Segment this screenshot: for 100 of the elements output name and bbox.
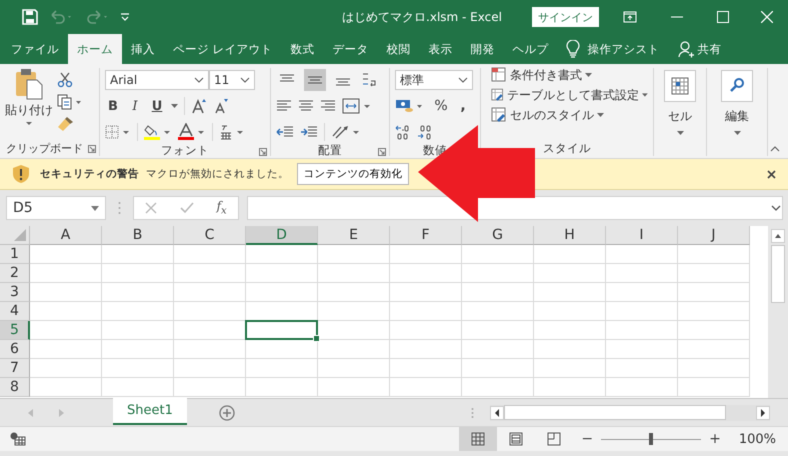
row-header[interactable]: 7 bbox=[0, 359, 30, 378]
person-icon[interactable] bbox=[678, 41, 694, 58]
sheet-tab[interactable]: Sheet1 bbox=[113, 398, 187, 425]
row-header[interactable]: 1 bbox=[0, 245, 30, 264]
align-right-icon[interactable] bbox=[320, 99, 336, 113]
copy-icon[interactable] bbox=[57, 94, 83, 110]
ribbon-tab[interactable]: ヘルプ bbox=[504, 34, 558, 64]
caret-icon[interactable] bbox=[171, 104, 178, 108]
select-all-corner[interactable] bbox=[0, 226, 30, 245]
dialog-launcher-icon[interactable] bbox=[259, 148, 267, 156]
expand-formula-bar-icon[interactable] bbox=[771, 205, 781, 211]
currency-icon[interactable] bbox=[395, 98, 425, 114]
row-header[interactable]: 3 bbox=[0, 283, 30, 302]
percent-style-button[interactable]: % bbox=[433, 98, 449, 114]
wrap-text-icon[interactable] bbox=[360, 71, 378, 89]
font-color-icon[interactable] bbox=[178, 123, 206, 141]
scroll-left-icon[interactable] bbox=[490, 406, 504, 420]
redo-icon[interactable] bbox=[84, 9, 110, 25]
macro-record-icon[interactable] bbox=[10, 432, 26, 446]
zoom-slider-thumb[interactable] bbox=[649, 433, 654, 445]
cells-button[interactable]: セル bbox=[664, 68, 696, 140]
font-name-dropdown[interactable]: Arial bbox=[105, 70, 209, 90]
table-cell[interactable] bbox=[245, 320, 318, 340]
grow-font-icon[interactable] bbox=[191, 98, 207, 114]
column-header[interactable]: B bbox=[102, 226, 174, 245]
insert-function-button[interactable]: f$_{x}$ bbox=[216, 199, 227, 217]
zoom-out-button[interactable]: − bbox=[581, 431, 594, 447]
sign-in-button[interactable]: サインイン bbox=[532, 7, 599, 27]
row-header[interactable]: 6 bbox=[0, 340, 30, 359]
fill-color-icon[interactable] bbox=[144, 123, 172, 141]
add-sheet-icon[interactable] bbox=[218, 404, 235, 420]
middle-align-button[interactable] bbox=[304, 69, 326, 91]
ribbon-tab[interactable]: ファイル bbox=[2, 34, 68, 64]
ribbon-display-icon[interactable] bbox=[623, 11, 637, 23]
ribbon-tab[interactable]: ページ レイアウト bbox=[164, 34, 282, 64]
tell-me-search[interactable]: 操作アシスト bbox=[588, 34, 660, 64]
style-command[interactable]: 条件付き書式 bbox=[491, 66, 648, 84]
column-header[interactable]: G bbox=[462, 226, 534, 245]
ribbon-tab[interactable]: 表示 bbox=[420, 34, 462, 64]
previous-sheet-icon[interactable] bbox=[28, 408, 34, 416]
decrease-indent-icon[interactable] bbox=[276, 125, 294, 139]
format-painter-icon[interactable] bbox=[57, 116, 75, 132]
zoom-in-button[interactable]: + bbox=[709, 431, 721, 447]
row-header[interactable]: 8 bbox=[0, 378, 30, 397]
row-header[interactable]: 2 bbox=[0, 264, 30, 283]
align-left-icon[interactable] bbox=[276, 99, 292, 113]
align-center-icon[interactable] bbox=[298, 99, 314, 113]
decrease-decimal-icon[interactable] bbox=[417, 124, 433, 140]
number-format-dropdown[interactable]: 標準 bbox=[395, 70, 473, 90]
dialog-launcher-icon[interactable] bbox=[88, 145, 96, 153]
ribbon-tab[interactable]: 校閲 bbox=[378, 34, 420, 64]
normal-view-button[interactable] bbox=[459, 427, 498, 451]
scrollbar-thumb[interactable] bbox=[504, 405, 726, 420]
scissors-icon[interactable] bbox=[57, 72, 73, 88]
editing-button[interactable]: 編集 bbox=[721, 68, 753, 140]
increase-indent-icon[interactable] bbox=[300, 125, 318, 139]
row-header[interactable]: 5 bbox=[0, 321, 30, 340]
ribbon-tab[interactable]: ホーム bbox=[68, 34, 122, 64]
maximize-icon[interactable] bbox=[717, 11, 729, 23]
style-command[interactable]: テーブルとして書式設定 bbox=[491, 86, 648, 104]
borders-icon[interactable] bbox=[105, 125, 131, 139]
column-header[interactable]: E bbox=[318, 226, 390, 245]
cancel-icon[interactable] bbox=[145, 202, 158, 214]
customize-caret-icon[interactable] bbox=[120, 12, 130, 22]
share-button[interactable]: 共有 bbox=[698, 34, 722, 64]
scroll-right-icon[interactable] bbox=[756, 406, 770, 420]
font-size-dropdown[interactable]: 11 bbox=[209, 70, 255, 90]
ribbon-tab[interactable]: 開発 bbox=[462, 34, 504, 64]
scroll-up-icon[interactable] bbox=[771, 229, 785, 243]
column-header[interactable]: D bbox=[246, 226, 318, 245]
collapse-ribbon-icon[interactable] bbox=[770, 146, 780, 152]
dialog-launcher-icon[interactable] bbox=[378, 148, 386, 156]
column-header[interactable]: C bbox=[174, 226, 246, 245]
italic-button[interactable]: I bbox=[127, 98, 143, 114]
scrollbar-thumb[interactable] bbox=[771, 245, 785, 303]
enable-content-button[interactable]: コンテンツの有効化 bbox=[297, 163, 409, 185]
orientation-icon[interactable] bbox=[331, 124, 361, 140]
paste-button[interactable]: 貼り付け bbox=[5, 68, 53, 140]
zoom-level[interactable]: 100% bbox=[738, 432, 776, 446]
save-icon[interactable] bbox=[22, 9, 38, 25]
minimize-icon[interactable] bbox=[671, 16, 683, 18]
ribbon-tab[interactable]: 数式 bbox=[282, 34, 324, 64]
underline-button[interactable]: U bbox=[149, 98, 165, 114]
name-box[interactable]: D5 bbox=[6, 196, 106, 220]
bold-button[interactable]: B bbox=[105, 98, 121, 114]
phonetic-guide-icon[interactable] bbox=[219, 124, 245, 140]
check-icon[interactable] bbox=[180, 202, 194, 214]
row-header[interactable]: 4 bbox=[0, 302, 30, 321]
increase-decimal-icon[interactable] bbox=[395, 124, 411, 140]
column-header[interactable]: H bbox=[534, 226, 606, 245]
lightbulb-icon[interactable] bbox=[566, 40, 580, 58]
merge-center-icon[interactable] bbox=[342, 98, 372, 114]
style-command[interactable]: セルのスタイル bbox=[491, 106, 648, 124]
shrink-font-icon[interactable] bbox=[213, 98, 229, 114]
comma-style-button[interactable]: , bbox=[455, 98, 471, 114]
next-sheet-icon[interactable] bbox=[58, 408, 64, 416]
column-header[interactable]: F bbox=[390, 226, 462, 245]
close-icon[interactable] bbox=[767, 170, 776, 178]
ribbon-tab[interactable]: データ bbox=[324, 34, 378, 64]
ribbon-tab[interactable]: 挿入 bbox=[122, 34, 164, 64]
